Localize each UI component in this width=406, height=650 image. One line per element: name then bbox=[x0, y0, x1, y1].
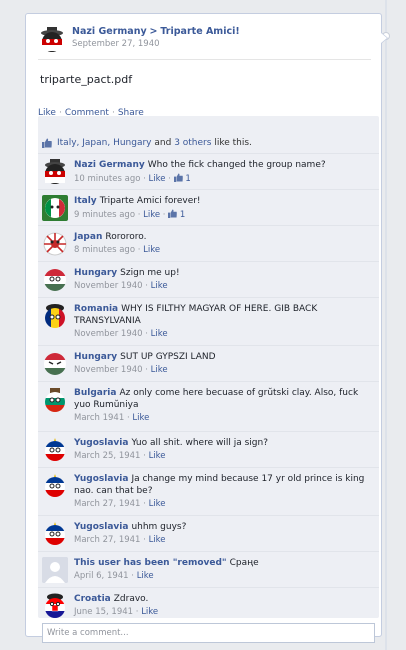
comment-time[interactable]: November 1940 bbox=[74, 365, 143, 375]
comment-text: Yuo all shit. where will ja sign? bbox=[131, 438, 268, 448]
comment-time[interactable]: March 1941 bbox=[74, 413, 124, 423]
comment-like-button[interactable]: Like bbox=[149, 451, 166, 461]
comment-item: Italy Triparte Amici forever! 9 minutes a… bbox=[38, 190, 379, 226]
post-author-link[interactable]: Nazi Germany bbox=[72, 26, 147, 37]
post-target-link[interactable]: Triparte Amici! bbox=[160, 26, 239, 37]
comment-item: Yugoslavia Yuo all shit. where will ja si… bbox=[38, 432, 379, 468]
comment-like-button[interactable]: Like bbox=[149, 499, 166, 509]
comment-item: Yugoslavia uhhm guys? March 27, 1941 · Li… bbox=[38, 516, 379, 552]
comment-item: Hungary SUT UP GYPSZI LAND November 1940 … bbox=[38, 346, 379, 382]
comment-text: Szign me up! bbox=[120, 268, 180, 278]
comment-item: Nazi Germany Who the fick changed the gro… bbox=[38, 154, 379, 190]
comment-author[interactable]: Romania bbox=[74, 304, 118, 314]
comment-like-button[interactable]: Like bbox=[149, 535, 166, 545]
hungary-avatar[interactable] bbox=[42, 351, 68, 377]
comment-author[interactable]: Bulgaria bbox=[74, 388, 116, 398]
comment-item: Japan Rorororo. 8 minutes ago · Like bbox=[38, 226, 379, 262]
comment-author[interactable]: Italy bbox=[74, 196, 97, 206]
comment-like-button[interactable]: Like bbox=[132, 413, 149, 423]
comment-author[interactable]: Japan bbox=[74, 232, 102, 242]
comment-time[interactable]: March 27, 1941 bbox=[74, 535, 140, 545]
comment-like-button[interactable]: Like bbox=[143, 210, 160, 220]
comment-author[interactable]: Yugoslavia bbox=[74, 438, 128, 448]
romania-avatar[interactable] bbox=[42, 303, 68, 329]
comment-text: SUT UP GYPSZI LAND bbox=[120, 352, 216, 362]
comment-time[interactable]: April 6, 1941 bbox=[74, 571, 129, 581]
author-avatar[interactable] bbox=[38, 26, 66, 54]
default-avatar[interactable] bbox=[42, 557, 68, 583]
comment-author[interactable]: Hungary bbox=[74, 352, 117, 362]
comment-author[interactable]: Yugoslavia bbox=[74, 474, 128, 484]
comment-like-button[interactable]: Like bbox=[143, 245, 160, 255]
comment-author[interactable]: Croatia bbox=[74, 594, 111, 604]
bulgaria-avatar[interactable] bbox=[42, 387, 68, 413]
write-comment-input[interactable]: Write a comment... bbox=[42, 623, 375, 643]
comment-like-count[interactable]: 1 bbox=[180, 210, 185, 220]
feedback-box: Italy, Japan, Hungary and 3 others like … bbox=[38, 116, 379, 643]
comment-author[interactable]: This user has been "removed" bbox=[74, 558, 227, 568]
attachment-link[interactable]: triparte_pact.pdf bbox=[40, 73, 132, 86]
comment-time[interactable]: March 27, 1941 bbox=[74, 499, 140, 509]
comment-time[interactable]: 9 minutes ago bbox=[74, 210, 135, 220]
comment-item: Bulgaria Az only come here becuase of grŭ… bbox=[38, 382, 379, 432]
likers-names[interactable]: Italy, Japan, Hungary bbox=[57, 138, 152, 148]
nazi-germany-avatar[interactable] bbox=[42, 159, 68, 185]
comment-like-button[interactable]: Like bbox=[151, 365, 168, 375]
comment-time[interactable]: March 25, 1941 bbox=[74, 451, 140, 461]
comment-item: Hungary Szign me up! November 1940 · Like bbox=[38, 262, 379, 298]
hungary-avatar[interactable] bbox=[42, 267, 68, 293]
comment-item: Yugoslavia Ja change my mind because 17 y… bbox=[38, 468, 379, 516]
post-header: Nazi Germany > Triparte Amici! September… bbox=[38, 26, 240, 54]
comment-time[interactable]: November 1940 bbox=[74, 281, 143, 291]
comment-like-button[interactable]: Like bbox=[151, 329, 168, 339]
comment-item: Romania WHY IS FILTHY MAGYAR OF HERE. GIB… bbox=[38, 298, 379, 346]
post-date[interactable]: September 27, 1940 bbox=[72, 39, 240, 49]
italy-avatar[interactable] bbox=[42, 195, 68, 221]
croatia-avatar[interactable] bbox=[42, 593, 68, 619]
thumbs-up-icon bbox=[42, 138, 52, 148]
comment-text: Zdravo. bbox=[113, 594, 149, 604]
thumbs-up-icon bbox=[168, 209, 177, 218]
comment-author[interactable]: Yugoslavia bbox=[74, 522, 128, 532]
yugoslavia-avatar[interactable] bbox=[42, 473, 68, 499]
comment-text: Who the fick changed the group name? bbox=[147, 160, 326, 170]
japan-avatar[interactable] bbox=[42, 231, 68, 257]
likes-summary: Italy, Japan, Hungary and 3 others like … bbox=[38, 133, 379, 154]
comment-like-button[interactable]: Like bbox=[149, 174, 166, 184]
comment-text: Сраңе bbox=[229, 558, 259, 568]
yugoslavia-avatar[interactable] bbox=[42, 521, 68, 547]
comment-item: This user has been "removed" Сраңе April … bbox=[38, 552, 379, 588]
likers-others-link[interactable]: 3 others bbox=[174, 138, 211, 148]
post-card: Nazi Germany > Triparte Amici! September… bbox=[25, 13, 388, 643]
comment-text: Az only come here becuase of grŭtski cla… bbox=[74, 388, 359, 410]
comment-time[interactable]: 10 minutes ago bbox=[74, 174, 140, 184]
comment-author[interactable]: Nazi Germany bbox=[74, 160, 145, 170]
thumbs-up-icon bbox=[173, 173, 183, 182]
comment-text: Triparte Amici forever! bbox=[99, 196, 201, 206]
comment-text: uhhm guys? bbox=[131, 522, 187, 532]
comment-like-button[interactable]: Like bbox=[137, 571, 154, 581]
comment-text: Rorororo. bbox=[105, 232, 147, 242]
comment-time[interactable]: November 1940 bbox=[74, 329, 143, 339]
timeline-line bbox=[385, 0, 387, 650]
comment-time[interactable]: June 15, 1941 bbox=[74, 607, 133, 617]
comment-time[interactable]: 8 minutes ago bbox=[74, 245, 135, 255]
post-arrow: > bbox=[149, 26, 158, 37]
comment-like-count[interactable]: 1 bbox=[185, 174, 190, 184]
comment-like-button[interactable]: Like bbox=[151, 281, 168, 291]
yugoslavia-avatar[interactable] bbox=[42, 437, 68, 463]
comment-item: Croatia Zdravo. June 15, 1941 · Like bbox=[38, 588, 379, 620]
comment-like-button[interactable]: Like bbox=[141, 607, 158, 617]
comment-author[interactable]: Hungary bbox=[74, 268, 117, 278]
